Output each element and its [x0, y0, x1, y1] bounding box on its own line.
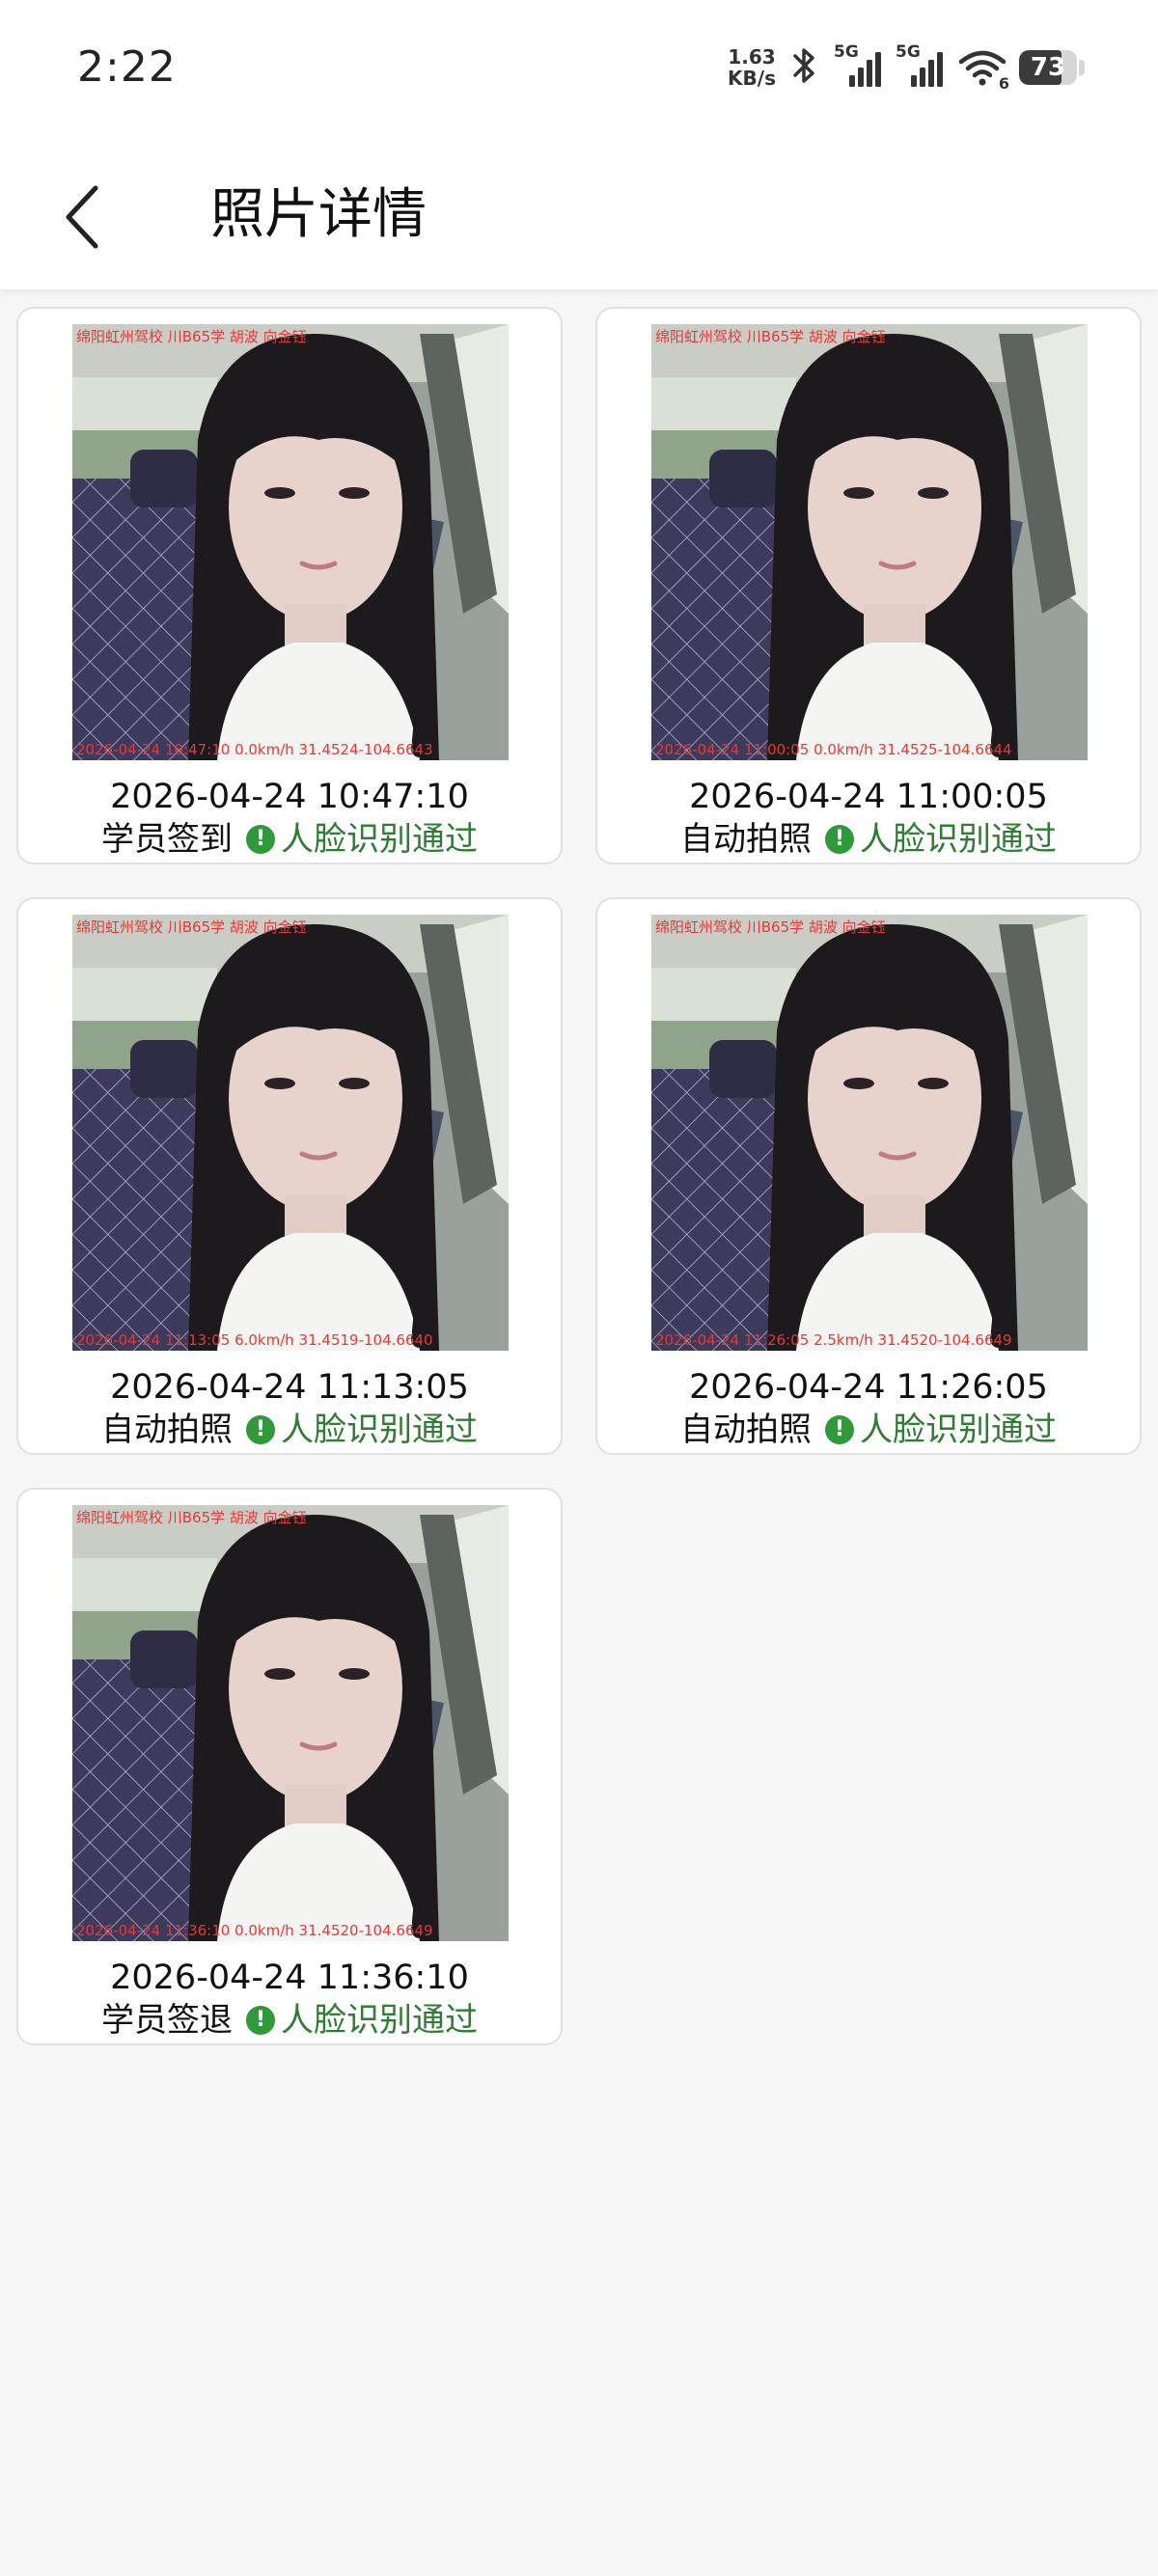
- face-recognition-result: 人脸识别通过: [281, 2001, 478, 2040]
- photo-timestamp: 2026-04-24 11:26:05: [689, 1368, 1048, 1407]
- face-recognition-result: 人脸识别通过: [860, 820, 1057, 859]
- photo-status-row: 自动拍照 ! 人脸识别通过: [597, 1409, 1140, 1451]
- photo-thumbnail[interactable]: 绵阳虹州驾校 川B65学 胡波 向金钰 2026-04-24 11:36:10 …: [72, 1505, 509, 1941]
- face-recognition-status: ! 人脸识别通过: [246, 1999, 478, 2042]
- photo-watermark-header: 绵阳虹州驾校 川B65学 胡波 向金钰: [655, 918, 886, 936]
- face-recognition-result: 人脸识别通过: [860, 1411, 1057, 1449]
- photo-type-label: 学员签退: [101, 2001, 233, 2040]
- photo-card[interactable]: 绵阳虹州驾校 川B65学 胡波 向金钰 2026-04-24 11:36:10 …: [16, 1488, 563, 2045]
- photo-card[interactable]: 绵阳虹州驾校 川B65学 胡波 向金钰 2026-04-24 11:13:05 …: [16, 897, 563, 1455]
- photo-type-label: 自动拍照: [101, 1411, 233, 1449]
- car-interior-photo: [72, 324, 509, 760]
- photo-status-row: 学员签退 ! 人脸识别通过: [18, 1999, 561, 2042]
- photo-timestamp: 2026-04-24 10:47:10: [110, 778, 469, 816]
- photo-watermark-footer: 2026-04-24 11:13:05 6.0km/h 31.4519-104.…: [76, 1331, 433, 1349]
- photo-card[interactable]: 绵阳虹州驾校 川B65学 胡波 向金钰 2026-04-24 10:47:10 …: [16, 307, 563, 864]
- photo-type-label: 学员签到: [101, 820, 233, 859]
- photo-timestamp: 2026-04-24 11:00:05: [689, 778, 1048, 816]
- wifi-icon: 6: [957, 46, 1009, 93]
- photo-timestamp: 2026-04-24 11:13:05: [110, 1368, 469, 1407]
- face-recognition-result: 人脸识别通过: [281, 1411, 478, 1449]
- photo-card[interactable]: 绵阳虹州驾校 川B65学 胡波 向金钰 2026-04-24 11:00:05 …: [595, 307, 1142, 864]
- photo-status-row: 自动拍照 ! 人脸识别通过: [18, 1409, 561, 1451]
- photo-watermark-header: 绵阳虹州驾校 川B65学 胡波 向金钰: [655, 328, 886, 345]
- face-recognition-status: ! 人脸识别通过: [825, 818, 1057, 861]
- network-speed: 1.63 KB/s: [728, 46, 776, 89]
- network-speed-value: 1.63: [728, 45, 776, 69]
- photo-watermark-header: 绵阳虹州驾校 川B65学 胡波 向金钰: [76, 328, 307, 345]
- photo-watermark-footer: 2026-04-24 11:00:05 0.0km/h 31.4525-104.…: [655, 741, 1012, 758]
- info-icon: !: [246, 1415, 275, 1444]
- face-recognition-status: ! 人脸识别通过: [246, 818, 478, 861]
- network-speed-unit: KB/s: [728, 67, 776, 90]
- photo-watermark-header: 绵阳虹州驾校 川B65学 胡波 向金钰: [76, 1509, 307, 1526]
- battery-percent: 73: [1030, 53, 1066, 82]
- photo-timestamp: 2026-04-24 11:36:10: [110, 1959, 469, 1997]
- back-button[interactable]: [48, 169, 116, 265]
- photo-watermark-footer: 2026-04-24 10:47:10 0.0km/h 31.4524-104.…: [76, 741, 433, 758]
- signal-icon: 5G: [896, 42, 946, 89]
- info-icon: !: [825, 825, 854, 854]
- status-bar: 2:22 1.63 KB/s 5G 5G 6 73: [0, 0, 1158, 140]
- signal-icon: 5G: [834, 42, 884, 89]
- photo-status-row: 自动拍照 ! 人脸识别通过: [597, 818, 1140, 861]
- photo-status-row: 学员签到 ! 人脸识别通过: [18, 818, 561, 861]
- info-icon: !: [246, 2006, 275, 2035]
- car-interior-photo: [72, 915, 509, 1351]
- chevron-left-icon: [66, 185, 98, 249]
- face-recognition-status: ! 人脸识别通过: [246, 1409, 478, 1451]
- car-interior-photo: [72, 1505, 509, 1941]
- photo-thumbnail[interactable]: 绵阳虹州驾校 川B65学 胡波 向金钰 2026-04-24 10:47:10 …: [72, 324, 509, 760]
- face-recognition-result: 人脸识别通过: [281, 820, 478, 859]
- battery-icon: 73: [1019, 48, 1089, 87]
- bluetooth-icon: [787, 44, 822, 91]
- info-icon: !: [246, 825, 275, 854]
- photo-grid: 绵阳虹州驾校 川B65学 胡波 向金钰 2026-04-24 10:47:10 …: [16, 307, 1142, 2045]
- page-title: 照片详情: [210, 183, 427, 246]
- photo-type-label: 自动拍照: [680, 820, 812, 859]
- photo-type-label: 自动拍照: [680, 1411, 812, 1449]
- photo-watermark-footer: 2026-04-24 11:26:05 2.5km/h 31.4520-104.…: [655, 1331, 1012, 1349]
- car-interior-photo: [651, 324, 1088, 760]
- photo-thumbnail[interactable]: 绵阳虹州驾校 川B65学 胡波 向金钰 2026-04-24 11:26:05 …: [651, 915, 1088, 1351]
- info-icon: !: [825, 1415, 854, 1444]
- status-icons: 1.63 KB/s 5G 5G 6 73: [728, 39, 1089, 96]
- photo-watermark-header: 绵阳虹州驾校 川B65学 胡波 向金钰: [76, 918, 307, 936]
- status-time: 2:22: [77, 42, 177, 92]
- photo-watermark-footer: 2026-04-24 11:36:10 0.0km/h 31.4520-104.…: [76, 1922, 433, 1939]
- photo-thumbnail[interactable]: 绵阳虹州驾校 川B65学 胡波 向金钰 2026-04-24 11:00:05 …: [651, 324, 1088, 760]
- car-interior-photo: [651, 915, 1088, 1351]
- face-recognition-status: ! 人脸识别通过: [825, 1409, 1057, 1451]
- photo-thumbnail[interactable]: 绵阳虹州驾校 川B65学 胡波 向金钰 2026-04-24 11:13:05 …: [72, 915, 509, 1351]
- photo-card[interactable]: 绵阳虹州驾校 川B65学 胡波 向金钰 2026-04-24 11:26:05 …: [595, 897, 1142, 1455]
- app-bar: 照片详情: [0, 140, 1158, 289]
- wifi-band-label: 6: [998, 74, 1009, 93]
